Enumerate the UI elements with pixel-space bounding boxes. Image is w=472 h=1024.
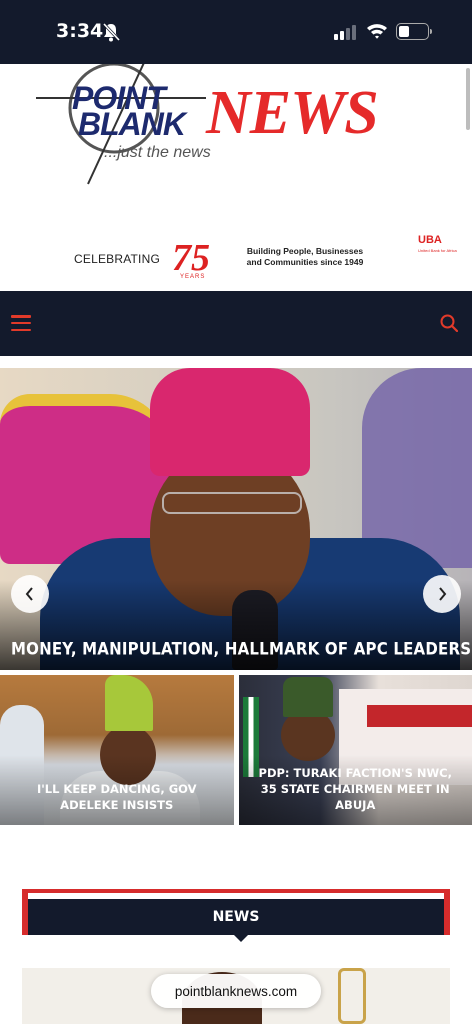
battery-icon — [396, 23, 432, 40]
news-section-title: NEWS — [212, 909, 260, 925]
uba-ad-banner[interactable]: CELEBRATING 75 YEARS Building People, Bu… — [0, 232, 472, 282]
slider-next-button[interactable] — [423, 575, 461, 613]
status-bar: 3:34 — [0, 0, 472, 64]
ad-celebrating-text: CELEBRATING — [74, 252, 160, 266]
cellular-signal-icon — [334, 24, 356, 40]
thumb-article[interactable]: PDP: TURAKI FACTION'S NWC, 35 STATE CHAI… — [238, 675, 472, 825]
search-icon[interactable] — [440, 314, 458, 332]
uba-logo-subtitle: United Bank for Africa — [418, 248, 457, 253]
site-header: POINT BLANK NEWS ...just the news CELEBR… — [0, 64, 472, 291]
site-logo[interactable]: POINT BLANK NEWS ...just the news — [36, 64, 436, 194]
ad-years-text: YEARS — [180, 274, 206, 280]
news-section-header: NEWS — [22, 889, 450, 942]
logo-tagline: ...just the news — [104, 144, 211, 161]
ad-tagline: Building People, Businesses and Communit… — [246, 246, 364, 267]
logo-news-text: NEWS — [206, 79, 379, 147]
chevron-right-icon — [439, 587, 447, 601]
bell-muted-icon — [102, 22, 120, 42]
thumb-article[interactable]: I'LL KEEP DANCING, GOV ADELEKE INSISTS — [0, 675, 234, 825]
logo-blank-text: BLANK — [78, 106, 186, 142]
menu-hamburger-icon[interactable] — [11, 315, 31, 331]
thumb-headline[interactable]: I'LL KEEP DANCING, GOV ADELEKE INSISTS — [12, 781, 222, 813]
featured-thumbnails: I'LL KEEP DANCING, GOV ADELEKE INSISTS P… — [0, 675, 472, 825]
hero-headline[interactable]: MONEY, MANIPULATION, HALLMARK OF APC LEA… — [11, 639, 472, 659]
thumb-headline[interactable]: PDP: TURAKI FACTION'S NWC, 35 STATE CHAI… — [251, 765, 461, 813]
hero-slider[interactable]: MONEY, MANIPULATION, HALLMARK OF APC LEA… — [0, 368, 472, 670]
status-time: 3:34 — [56, 20, 104, 42]
page-scrollbar[interactable] — [466, 68, 470, 130]
browser-url-bar[interactable]: pointblanknews.com — [151, 974, 321, 1008]
slider-prev-button[interactable] — [11, 575, 49, 613]
main-navbar — [0, 291, 472, 356]
wifi-icon — [367, 24, 387, 39]
uba-logo: UBA — [418, 234, 442, 246]
chevron-left-icon — [25, 587, 33, 601]
